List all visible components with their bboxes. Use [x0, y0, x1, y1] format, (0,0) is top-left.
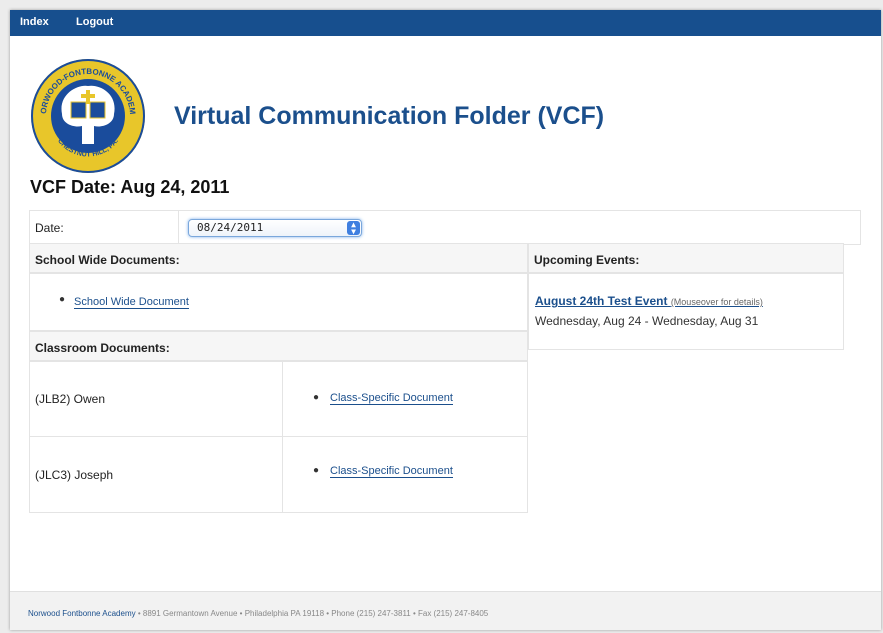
page-footer: Norwood Fontbonne Academy • 8891 Germant…	[10, 591, 881, 630]
date-filter-row: Date: 08/24/2011 ▲ ▼	[29, 210, 861, 245]
footer-school-name: Norwood Fontbonne Academy	[28, 609, 136, 618]
class-document-link[interactable]: Class-Specific Document	[330, 465, 453, 478]
school-logo: NORWOOD-FONTBONNE ACADEMY CHESTNUT HILL,…	[25, 49, 148, 176]
event-title-link[interactable]: August 24th Test Event (Mouseover for de…	[535, 294, 763, 308]
select-arrows-icon: ▲ ▼	[347, 221, 360, 236]
top-nav-bar: Index Logout	[10, 10, 881, 36]
classroom-docs-heading: Classroom Documents:	[29, 331, 528, 361]
bullet-icon: ●	[313, 465, 320, 476]
event-note: (Mouseover for details)	[670, 297, 763, 307]
school-wide-heading: School Wide Documents:	[29, 243, 528, 273]
class-name: (JLC3) Joseph	[35, 468, 114, 482]
date-label: Date:	[35, 221, 64, 235]
footer-text: Norwood Fontbonne Academy • 8891 Germant…	[28, 609, 488, 618]
nav-logout-link[interactable]: Logout	[76, 16, 113, 28]
event-dates: Wednesday, Aug 24 - Wednesday, Aug 31	[535, 314, 759, 328]
event-title: August 24th Test Event	[535, 294, 668, 308]
upcoming-events-heading: Upcoming Events:	[528, 243, 844, 273]
bullet-icon: ●	[59, 294, 66, 305]
upcoming-events-panel: August 24th Test Event (Mouseover for de…	[528, 273, 844, 350]
class-document-cell: ● Class-Specific Document	[282, 361, 528, 437]
vcf-date-heading: VCF Date: Aug 24, 2011	[30, 177, 230, 197]
class-document-cell: ● Class-Specific Document	[282, 436, 528, 513]
divider	[178, 211, 179, 244]
footer-address: • 8891 Germantown Avenue • Philadelphia …	[135, 609, 489, 618]
school-wide-panel: ● School Wide Document	[29, 273, 528, 331]
class-document-link[interactable]: Class-Specific Document	[330, 392, 453, 405]
school-wide-document-link[interactable]: School Wide Document	[74, 296, 189, 309]
date-select[interactable]: 08/24/2011 ▲ ▼	[188, 219, 362, 237]
class-name-cell: (JLC3) Joseph	[29, 436, 283, 513]
site-title: Virtual Communication Folder (VCF)	[174, 102, 605, 130]
nav-index-link[interactable]: Index	[20, 16, 49, 28]
class-name: (JLB2) Owen	[35, 392, 106, 406]
browser-page: Index Logout NORWOOD-FONTBONNE ACADEMY C…	[10, 10, 881, 630]
class-name-cell: (JLB2) Owen	[29, 361, 283, 437]
bullet-icon: ●	[313, 392, 320, 403]
date-select-value: 08/24/2011	[197, 221, 264, 234]
